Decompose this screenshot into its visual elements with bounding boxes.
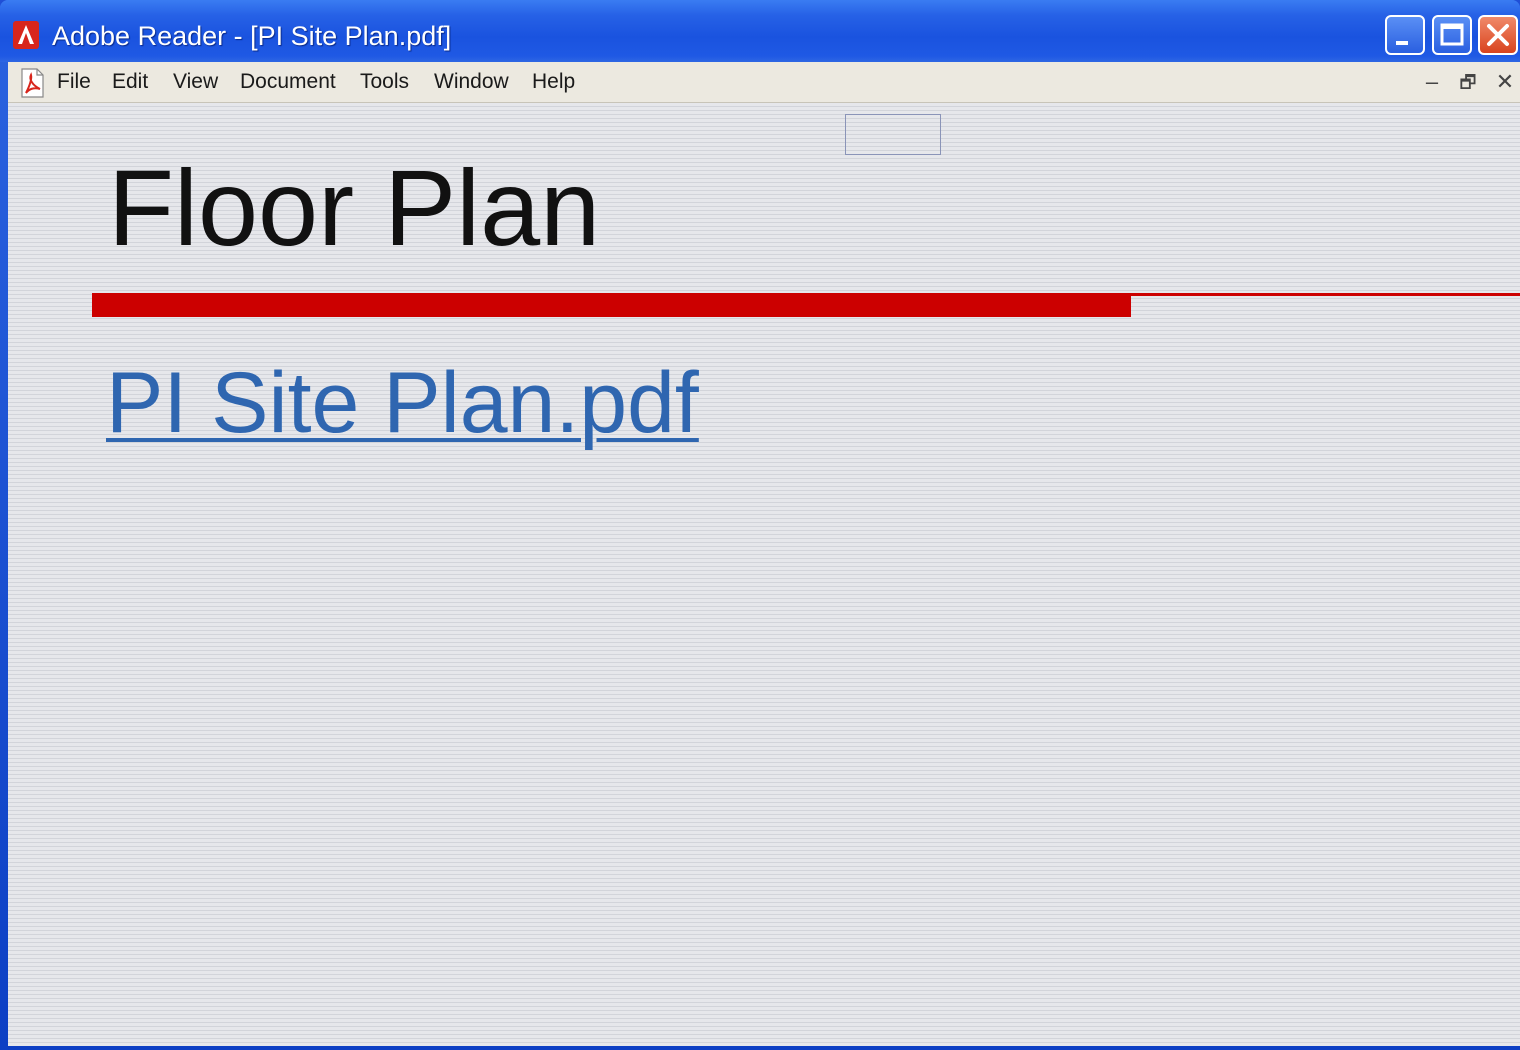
title-bar[interactable]: Adobe Reader - [PI Site Plan.pdf] xyxy=(0,0,1520,62)
menu-file[interactable]: File xyxy=(57,68,91,96)
maximize-button[interactable] xyxy=(1432,15,1472,55)
page-indicator-box xyxy=(845,114,941,155)
minimize-icon xyxy=(1396,41,1408,45)
menu-tools[interactable]: Tools xyxy=(360,68,409,96)
document-close-button[interactable]: ✕ xyxy=(1491,68,1519,96)
app-window: Adobe Reader - [PI Site Plan.pdf] File E… xyxy=(0,0,1520,1050)
accent-line xyxy=(1131,293,1520,296)
document-heading: Floor Plan xyxy=(108,147,601,268)
accent-bar xyxy=(92,293,1131,317)
window-title: Adobe Reader - [PI Site Plan.pdf] xyxy=(52,21,452,51)
menu-help[interactable]: Help xyxy=(532,68,575,96)
document-restore-button[interactable]: 🗗 xyxy=(1454,68,1482,96)
close-icon xyxy=(1487,24,1509,46)
minimize-button[interactable] xyxy=(1385,15,1425,55)
adobe-reader-icon xyxy=(13,21,39,49)
maximize-icon xyxy=(1440,23,1464,46)
menu-window[interactable]: Window xyxy=(434,68,509,96)
menu-document[interactable]: Document xyxy=(240,68,336,96)
document-minimize-button[interactable]: – xyxy=(1418,68,1446,96)
document-view[interactable]: Floor Plan PI Site Plan.pdf xyxy=(8,103,1520,1046)
pdf-file-link[interactable]: PI Site Plan.pdf xyxy=(106,353,699,453)
menu-edit[interactable]: Edit xyxy=(112,68,148,96)
pdf-document-icon[interactable] xyxy=(16,67,48,99)
close-button[interactable] xyxy=(1478,15,1518,55)
menu-view[interactable]: View xyxy=(173,68,218,96)
menu-bar: File Edit View Document Tools Window Hel… xyxy=(8,62,1520,103)
